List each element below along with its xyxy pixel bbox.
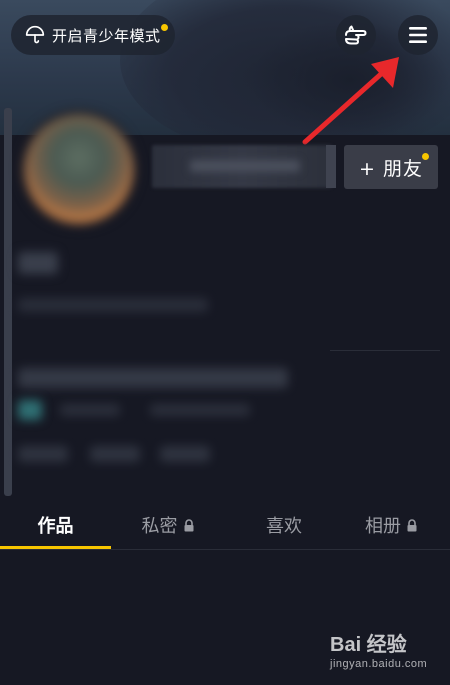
blurred-stat bbox=[160, 446, 210, 462]
baidu-jingyan-watermark: Bai 经验 jingyan.baidu.com bbox=[330, 628, 440, 678]
tabs-bottom-divider bbox=[0, 549, 450, 550]
tab-label: 相册 bbox=[365, 516, 401, 537]
section-divider bbox=[330, 350, 440, 351]
blurred-nickname bbox=[18, 252, 58, 274]
notification-dot bbox=[422, 153, 429, 160]
blurred-stat bbox=[90, 446, 140, 462]
blurred-bio bbox=[18, 368, 288, 388]
tab-works[interactable]: 作品 bbox=[0, 500, 111, 550]
tab-album[interactable]: 相册 bbox=[333, 500, 450, 550]
tab-label: 作品 bbox=[37, 516, 74, 537]
scroll-edge-bar bbox=[4, 108, 12, 496]
lock-icon bbox=[407, 518, 417, 531]
blurred-stat bbox=[18, 446, 68, 462]
lock-icon bbox=[184, 518, 193, 531]
watermark-brand: Bai 经验 bbox=[330, 634, 407, 656]
username-blurred-text bbox=[190, 160, 300, 172]
blurred-user-id bbox=[18, 298, 208, 312]
tab-label: 喜欢 bbox=[266, 516, 302, 537]
watermark-url: jingyan.baidu.com bbox=[330, 658, 428, 670]
blurred-tag-icon bbox=[18, 400, 42, 420]
annotation-arrow bbox=[302, 57, 399, 145]
tab-label: 私密 bbox=[141, 516, 178, 537]
pointing-hand-icon bbox=[345, 25, 367, 45]
menu-button[interactable] bbox=[398, 15, 438, 55]
hamburger-menu-icon bbox=[409, 27, 427, 43]
add-friend-label: + 朋友 bbox=[359, 157, 423, 180]
blurred-tag bbox=[60, 404, 120, 416]
avatar[interactable] bbox=[20, 110, 138, 228]
teen-mode-button[interactable]: 开启青少年模式 bbox=[11, 15, 175, 55]
blurred-tag bbox=[150, 404, 250, 416]
name-block-edge bbox=[326, 145, 336, 188]
add-friend-button[interactable]: + 朋友 bbox=[344, 145, 438, 189]
umbrella-icon bbox=[25, 25, 45, 44]
tab-likes[interactable]: 喜欢 bbox=[225, 500, 343, 550]
notification-dot bbox=[161, 24, 168, 31]
hand-gesture-button[interactable] bbox=[336, 15, 376, 55]
teen-mode-label: 开启青少年模式 bbox=[52, 26, 161, 45]
content-tabs: 作品 私密 喜欢 相册 bbox=[0, 500, 450, 550]
tab-private[interactable]: 私密 bbox=[111, 500, 225, 550]
